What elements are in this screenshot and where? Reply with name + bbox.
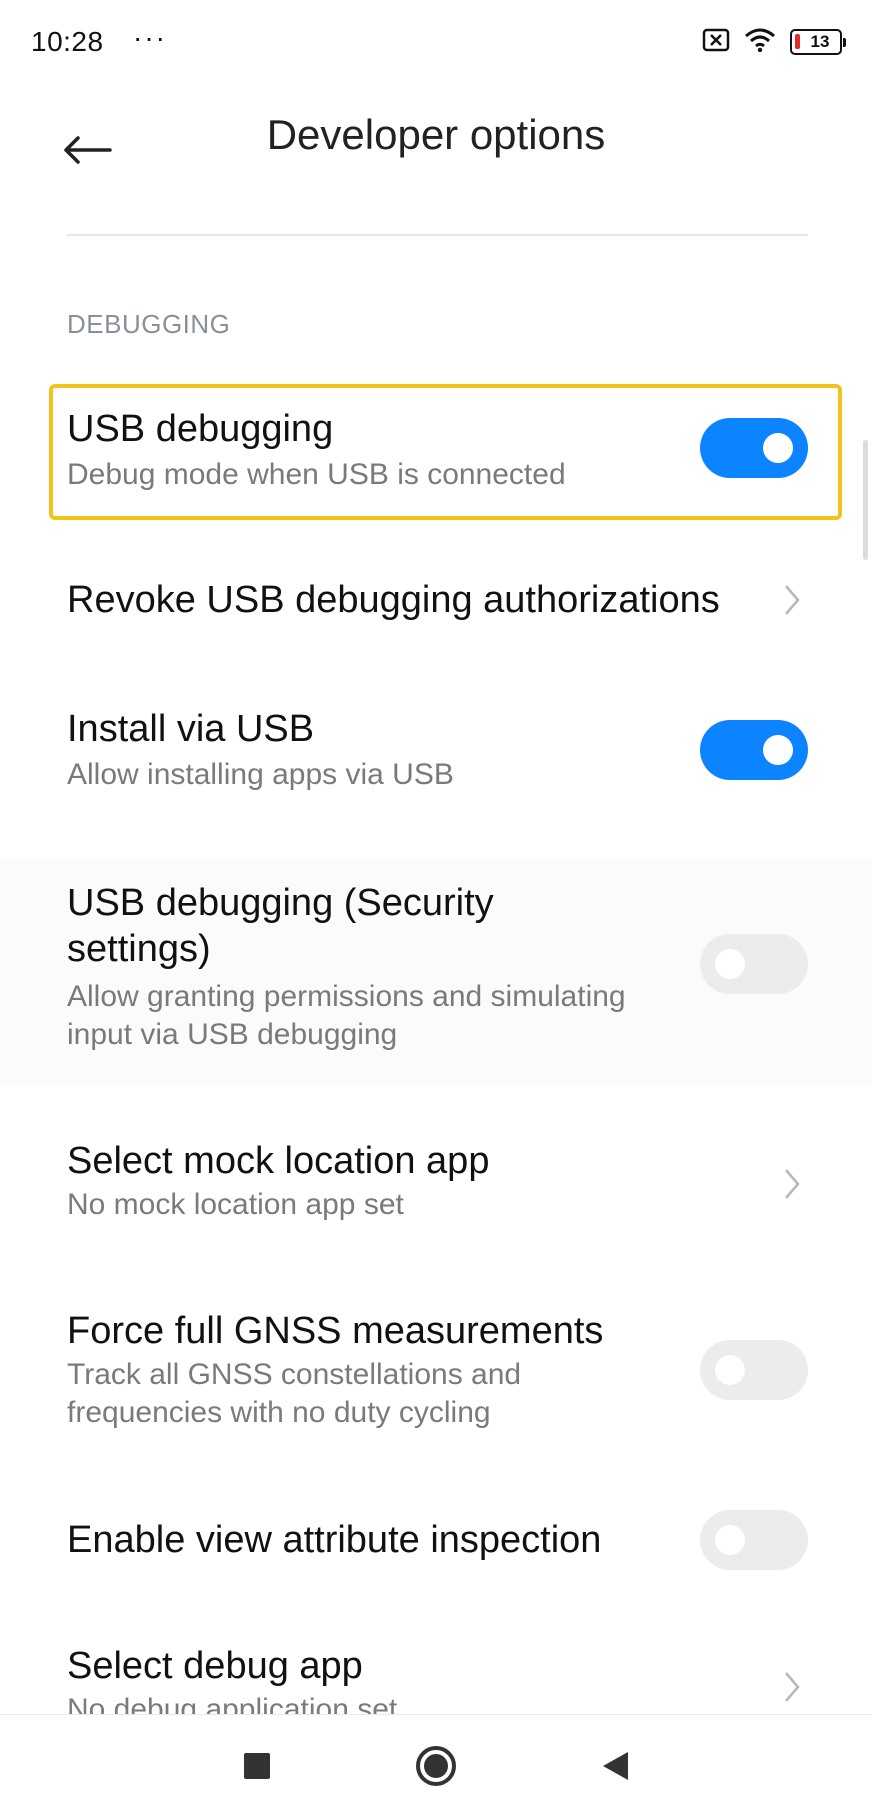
setting-select-debug-app[interactable]: Select debug app No debug application se…: [0, 1625, 872, 1714]
sim-error-icon: [702, 28, 730, 57]
divider: [67, 234, 808, 236]
triangle-back-icon: [603, 1752, 628, 1780]
navigation-bar: [0, 1714, 872, 1816]
page-title: Developer options: [266, 111, 606, 158]
status-icons: 13: [702, 26, 846, 58]
setting-title: Force full GNSS measurements: [67, 1310, 604, 1352]
setting-usb-debugging-security[interactable]: USB debugging (Security settings) Allow …: [0, 860, 872, 1085]
scrollbar[interactable]: [863, 440, 868, 560]
view-attribute-inspection-toggle[interactable]: [700, 1510, 808, 1570]
circle-home-icon: [416, 1746, 456, 1786]
setting-subtitle-line1: Allow granting permissions and simulatin…: [67, 980, 626, 1013]
battery-icon: 13: [790, 29, 846, 55]
setting-select-mock-location-app[interactable]: Select mock location app No mock locatio…: [0, 1120, 872, 1250]
setting-title: Enable view attribute inspection: [67, 1519, 602, 1561]
setting-title: Select debug app: [67, 1645, 363, 1687]
chevron-right-icon: [785, 585, 800, 615]
setting-revoke-usb-authorizations[interactable]: Revoke USB debugging authorizations: [0, 550, 872, 650]
recents-button[interactable]: [212, 1715, 302, 1816]
setting-subtitle: No mock location app set: [67, 1188, 404, 1221]
nav-back-button[interactable]: [570, 1715, 660, 1816]
section-header: DEBUGGING: [67, 309, 231, 339]
setting-title: Select mock location app: [67, 1140, 490, 1182]
highlight-frame: [49, 384, 842, 520]
home-button[interactable]: [391, 1715, 481, 1816]
setting-subtitle: Allow installing apps via USB: [67, 758, 454, 791]
install-via-usb-toggle[interactable]: [700, 720, 808, 780]
setting-subtitle: No debug application set: [67, 1693, 398, 1714]
setting-title-line1: USB debugging (Security: [67, 882, 494, 924]
setting-subtitle-line2: input via USB debugging: [67, 1018, 398, 1051]
setting-subtitle-line2: frequencies with no duty cycling: [67, 1396, 491, 1429]
force-full-gnss-toggle[interactable]: [700, 1340, 808, 1400]
setting-force-full-gnss[interactable]: Force full GNSS measurements Track all G…: [0, 1290, 872, 1450]
setting-install-via-usb[interactable]: Install via USB Allow installing apps vi…: [0, 690, 872, 810]
status-bar: 10:28 ··· 13: [0, 0, 872, 84]
square-icon: [244, 1753, 270, 1779]
battery-level: 13: [810, 32, 830, 51]
chevron-right-icon: [785, 1169, 800, 1199]
usb-debugging-security-toggle[interactable]: [700, 934, 808, 994]
notification-overflow-icon: ···: [133, 22, 167, 53]
wifi-icon: [744, 27, 776, 58]
setting-title-line2: settings): [67, 928, 211, 970]
chevron-right-icon: [785, 1672, 800, 1702]
setting-subtitle-line1: Track all GNSS constellations and: [67, 1358, 522, 1391]
status-time: 10:28: [31, 26, 104, 57]
setting-title: Install via USB: [67, 708, 315, 750]
setting-enable-view-attribute-inspection[interactable]: Enable view attribute inspection: [0, 1494, 872, 1594]
setting-title: Revoke USB debugging authorizations: [67, 579, 720, 621]
